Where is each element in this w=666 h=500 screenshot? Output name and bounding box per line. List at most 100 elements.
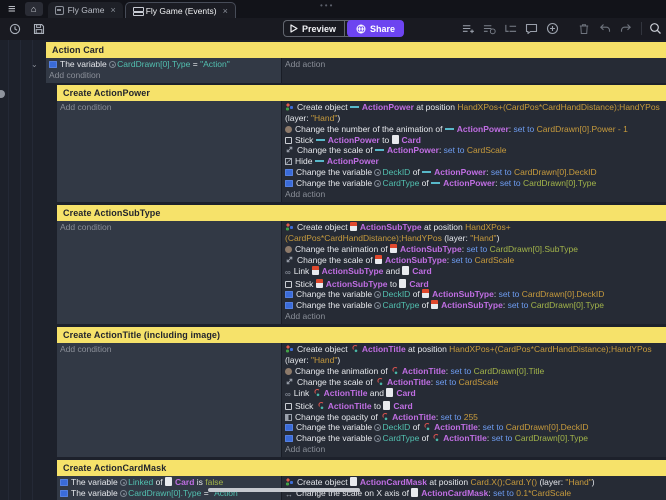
action-row[interactable]: Stick ActionSubType to Card <box>285 278 664 290</box>
actiontitle-object-icon <box>377 377 383 385</box>
actiontitle-object-icon <box>352 345 358 353</box>
event-group-title[interactable]: Create ActionTitle (including image) <box>57 327 666 344</box>
structure-variable-icon <box>374 435 382 443</box>
action-row[interactable]: Change the variable CardType of ActionSu… <box>285 300 664 311</box>
window-handle-dots: ••• <box>320 1 335 10</box>
event-group-title[interactable]: Create ActionPower <box>57 84 666 101</box>
save-icon[interactable] <box>32 22 45 35</box>
card-object-icon <box>383 400 391 410</box>
redo-icon[interactable] <box>619 22 632 35</box>
stick-icon <box>285 402 292 410</box>
scale-icon <box>286 378 293 385</box>
home-tab[interactable]: ⌂ <box>24 2 43 16</box>
action-row[interactable]: Stick ActionTitle to Card <box>285 400 664 412</box>
card-object-icon <box>165 477 173 487</box>
add-action-button[interactable]: Add action <box>285 311 664 322</box>
action-row[interactable]: Create object ActionPower at position Ha… <box>285 102 664 124</box>
animation-icon <box>285 125 292 133</box>
action-row[interactable]: Change the animation of ActionSubType: s… <box>285 243 664 255</box>
tab-fly-game[interactable]: Fly Game × <box>47 2 123 18</box>
card-object-icon <box>399 278 407 288</box>
event-block: Create ActionSubType Add condition Create … <box>57 204 666 325</box>
variable-icon <box>285 180 293 188</box>
action-row[interactable]: Change the variable DeckID of ActionSubT… <box>285 289 664 300</box>
structure-variable-icon <box>374 169 382 177</box>
event-group-title[interactable]: Action Card <box>46 42 666 58</box>
scene-icon <box>54 5 64 15</box>
horizontal-scrollbar[interactable] <box>208 488 360 492</box>
add-condition-button[interactable]: Add condition <box>60 102 279 113</box>
action-row[interactable]: Change the number of the animation of Ac… <box>285 124 664 135</box>
actionpower-object-icon <box>314 157 324 166</box>
add-subevent-icon[interactable] <box>504 22 517 35</box>
variable-icon <box>285 302 293 310</box>
actionsubtype-object-icon <box>315 278 323 288</box>
add-condition-button[interactable]: Add condition <box>60 344 279 355</box>
create-object-icon <box>285 102 294 111</box>
action-row[interactable]: Hide ActionPower <box>285 156 664 167</box>
action-row[interactable]: Change the scale of ActionSubType: set t… <box>285 254 664 266</box>
add-timer-event-icon[interactable] <box>483 22 496 35</box>
stick-icon <box>285 280 292 288</box>
structure-variable-icon <box>374 291 382 299</box>
gutter-guide-line <box>8 40 9 500</box>
action-row[interactable]: Change the scale of ActionTitle: set to … <box>285 377 664 388</box>
add-condition-button[interactable]: Add condition <box>49 70 279 81</box>
actiontitle-object-icon <box>424 423 430 431</box>
event-group-title[interactable]: Create ActionSubType <box>57 204 666 221</box>
event-block: Action Card The variable CardDrawn[0].Typ… <box>46 42 666 500</box>
history-icon[interactable] <box>8 22 21 35</box>
actionpower-object-icon <box>374 146 384 155</box>
action-row[interactable]: Change the animation of ActionTitle: set… <box>285 366 664 377</box>
add-event-icon[interactable] <box>462 22 475 35</box>
tab-fly-game-events[interactable]: Fly Game (Events) × <box>124 2 236 18</box>
fold-chevron-icon[interactable]: ⌄ <box>31 60 38 69</box>
actionsubtype-object-icon <box>311 265 319 275</box>
action-row[interactable]: Change the variable DeckID of ActionPowe… <box>285 167 664 178</box>
action-row[interactable]: Create object ActionTitle at position Ha… <box>285 344 664 366</box>
actionpower-object-icon <box>431 179 441 188</box>
sub-events: Create ActionPower Add condition Create ob… <box>57 84 666 500</box>
close-tab-icon[interactable]: × <box>110 5 115 15</box>
action-row[interactable]: Change the variable CardType of ActionTi… <box>285 433 664 444</box>
search-button[interactable] <box>641 22 662 35</box>
actions-cell: Create object ActionTitle at position Ha… <box>281 343 666 458</box>
hide-icon <box>285 158 292 166</box>
undo-icon[interactable] <box>598 22 611 35</box>
action-row[interactable]: Create object ActionSubType at position … <box>285 221 664 244</box>
action-row[interactable]: Change the scale of ActionPower: set to … <box>285 145 664 156</box>
tab-label: Fly Game <box>67 5 105 15</box>
action-row[interactable]: Create object ActionCardMask at position… <box>285 477 664 488</box>
actionpower-object-icon <box>444 124 454 133</box>
menu-icon[interactable]: ≡ <box>0 0 23 18</box>
add-comment-icon[interactable] <box>525 22 538 35</box>
add-action-button[interactable]: Add action <box>285 444 664 455</box>
close-tab-icon[interactable]: × <box>223 6 228 16</box>
action-row[interactable]: ∞ Link ActionSubType and Card <box>285 265 664 279</box>
events-sheet: ⌄ Action Card The variable CardDrawn[0].T… <box>0 40 666 500</box>
event-block: Create ActionCardMask The variable Linked… <box>57 460 666 500</box>
event-group-title[interactable]: Create ActionCardMask <box>57 460 666 477</box>
add-circle-icon[interactable] <box>546 22 559 35</box>
search-icon <box>650 23 661 34</box>
variable-icon <box>60 479 68 487</box>
actionsubtype-object-icon <box>374 254 382 264</box>
action-row[interactable]: Stick ActionPower to Card <box>285 134 664 146</box>
event-block: Create ActionPower Add condition Create ob… <box>57 84 666 202</box>
action-row[interactable]: Change the variable CardType of ActionPo… <box>285 178 664 189</box>
actionsubtype-object-icon <box>349 221 357 231</box>
action-row[interactable]: Change the variable DeckID of ActionTitl… <box>285 422 664 433</box>
variable-icon <box>285 424 293 432</box>
trash-icon[interactable] <box>577 22 590 35</box>
condition-row[interactable]: The variable Linked of Card is false <box>60 477 279 488</box>
add-action-button[interactable]: Add action <box>285 59 664 70</box>
structure-variable-icon <box>374 424 382 432</box>
animation-icon <box>285 367 292 375</box>
action-row[interactable]: ∞ Link ActionTitle and Card <box>285 387 664 401</box>
condition-row[interactable]: The variable CardDrawn[0].Type = "Action… <box>49 59 279 70</box>
action-row[interactable]: Change the opacity of ActionTitle: set t… <box>285 412 664 423</box>
events-sheet-content: Action Card The variable CardDrawn[0].Typ… <box>40 42 666 500</box>
add-condition-button[interactable]: Add condition <box>60 222 279 233</box>
add-action-button[interactable]: Add action <box>285 189 664 200</box>
share-button[interactable]: Share <box>347 20 405 37</box>
